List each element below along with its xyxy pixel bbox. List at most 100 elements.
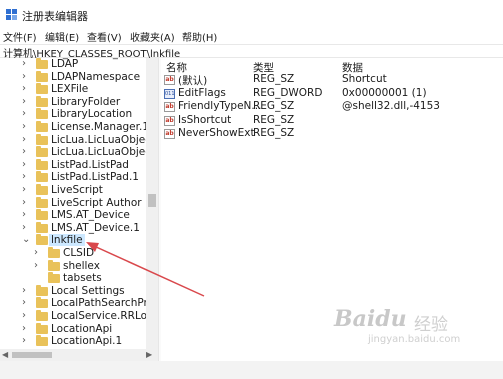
chevron-right-icon[interactable]: ›: [22, 134, 26, 145]
chevron-right-icon[interactable]: ›: [22, 197, 26, 208]
value-type: REG_SZ: [253, 100, 295, 113]
status-area: [0, 361, 503, 379]
folder-icon: [36, 221, 48, 233]
scroll-right-icon[interactable]: ▶: [146, 350, 152, 359]
tree-item[interactable]: › LocationApi.1: [0, 335, 146, 349]
tree-item-label: LocalPathSearchProvic: [51, 297, 158, 310]
value-row[interactable]: ab IsShortcut REG_SZ: [161, 114, 503, 128]
value-name: FriendlyTypeN...: [178, 100, 262, 113]
folder-icon: [36, 335, 48, 347]
tree-horizontal-scrollbar[interactable]: ◀ ▶: [0, 349, 158, 361]
tree-item-label: LiveScript: [51, 184, 103, 196]
window-title: 注册表编辑器: [22, 10, 88, 23]
menu-file[interactable]: 文件(F): [3, 29, 37, 44]
tree-vertical-scrollbar[interactable]: [146, 58, 158, 349]
scroll-left-icon[interactable]: ◀: [2, 350, 8, 359]
folder-icon: [36, 158, 48, 170]
menu-view[interactable]: 查看(V): [87, 29, 122, 44]
tree-item-label: CLSID: [63, 247, 95, 259]
value-data: 0x00000001 (1): [342, 86, 427, 99]
tree-scroll-thumb[interactable]: [148, 194, 156, 207]
chevron-right-icon[interactable]: ›: [22, 335, 26, 346]
chevron-right-icon[interactable]: ›: [34, 260, 38, 271]
watermark-url: jingyan.baidu.com: [368, 334, 461, 345]
menu-bar: 文件(F) 编辑(E) 查看(V) 收藏夹(A) 帮助(H): [0, 28, 503, 44]
string-value-icon: ab: [164, 129, 175, 140]
tree-item-label: LibraryLocation: [51, 108, 133, 121]
chevron-right-icon[interactable]: ›: [22, 58, 26, 69]
folder-icon: [36, 70, 48, 82]
folder-icon: [36, 146, 48, 158]
value-data: Shortcut: [342, 73, 387, 85]
tree-item-label: LMS.AT_Device: [51, 209, 130, 222]
chevron-right-icon[interactable]: ›: [22, 310, 26, 321]
tree-item-label: LDAP: [51, 58, 79, 70]
watermark: Baidu 经验 jingyan.baidu.com: [330, 300, 500, 360]
chevron-right-icon[interactable]: ›: [22, 96, 26, 107]
chevron-right-icon[interactable]: ›: [22, 285, 26, 296]
tree-item-label: LicLua.LicLuaObject: [51, 133, 156, 146]
tree-hscroll-thumb[interactable]: [12, 352, 52, 358]
tree-item-label: License.Manager.1: [51, 121, 150, 133]
tree-item-label: LEXFile: [51, 83, 89, 96]
tree-item-label: Local Settings: [51, 284, 125, 297]
tree-item-label: shellex: [63, 259, 100, 272]
tree-item-label: LDAPNamespace: [51, 70, 141, 83]
chevron-right-icon[interactable]: ›: [22, 184, 26, 195]
folder-icon: [36, 121, 48, 132]
chevron-right-icon[interactable]: ›: [22, 297, 26, 308]
title-bar: 注册表编辑器: [0, 0, 503, 28]
address-bar[interactable]: 计算机\HKEY_CLASSES_ROOT\lnkfile: [0, 44, 503, 60]
value-type: REG_SZ: [253, 113, 295, 126]
registry-editor-icon: [6, 9, 17, 20]
folder-icon: [36, 171, 48, 183]
menu-favorites[interactable]: 收藏夹(A): [130, 29, 175, 44]
chevron-down-icon[interactable]: ⌄: [22, 234, 30, 245]
folder-icon: [36, 284, 48, 296]
menu-edit[interactable]: 编辑(E): [45, 29, 79, 44]
tree-item-label: ListPad.ListPad: [51, 158, 129, 171]
string-value-icon: ab: [164, 75, 175, 85]
value-row[interactable]: ab NeverShowExt REG_SZ: [161, 127, 503, 141]
binary-value-icon: 011: [164, 88, 175, 99]
chevron-right-icon[interactable]: ›: [22, 108, 26, 119]
tree-item-label: LiveScript Author: [51, 196, 142, 209]
string-value-icon: ab: [164, 115, 175, 126]
tree-item-label: lnkfile: [49, 234, 85, 247]
value-row[interactable]: ab FriendlyTypeN... REG_SZ @shell32.dll,-41…: [161, 100, 503, 114]
folder-icon: [36, 234, 48, 246]
folder-icon: [36, 58, 48, 69]
menu-help[interactable]: 帮助(H): [182, 29, 217, 44]
chevron-right-icon[interactable]: ›: [22, 323, 26, 334]
watermark-logo: Baidu: [334, 306, 407, 332]
chevron-right-icon[interactable]: ›: [22, 171, 26, 182]
value-type: REG_SZ: [253, 73, 295, 85]
string-value-icon: ab: [164, 102, 175, 113]
chevron-right-icon[interactable]: ›: [22, 209, 26, 220]
chevron-right-icon[interactable]: ›: [22, 121, 26, 132]
folder-icon: [48, 272, 60, 284]
chevron-right-icon[interactable]: ›: [22, 222, 26, 233]
folder-icon: [48, 247, 60, 258]
folder-icon: [36, 95, 48, 107]
value-name: IsShortcut: [178, 113, 232, 126]
folder-icon: [48, 259, 60, 271]
chevron-right-icon[interactable]: ›: [22, 83, 26, 94]
value-data: @shell32.dll,-4153: [342, 100, 440, 113]
folder-icon: [36, 322, 48, 334]
chevron-right-icon[interactable]: ›: [22, 159, 26, 170]
chevron-right-icon[interactable]: ›: [22, 71, 26, 82]
tree-item-label: tabsets: [63, 272, 102, 285]
folder-icon: [36, 209, 48, 221]
tree-item-label: LMS.AT_Device.1: [51, 221, 140, 234]
watermark-sub: 经验: [414, 315, 448, 335]
folder-icon: [36, 133, 48, 145]
value-row[interactable]: ab (默认) REG_SZ Shortcut: [161, 73, 503, 87]
chevron-right-icon[interactable]: ›: [22, 146, 26, 157]
value-row[interactable]: 011 EditFlags REG_DWORD 0x00000001 (1): [161, 87, 503, 101]
folder-icon: [36, 184, 48, 195]
tree-item-label: LocalService.RRLocalSe: [51, 310, 158, 322]
folder-icon: [36, 297, 48, 309]
tree-item-label: LocationApi.1: [51, 335, 123, 348]
chevron-right-icon[interactable]: ›: [34, 247, 38, 258]
